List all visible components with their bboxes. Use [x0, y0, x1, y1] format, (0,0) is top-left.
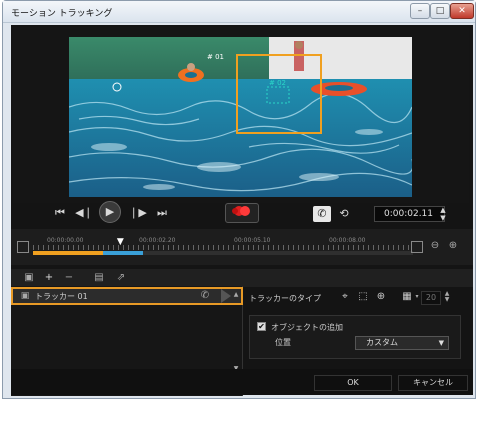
time-label-3: 00:00:08.00	[329, 237, 366, 244]
play-button[interactable]: ▶	[99, 201, 121, 223]
mosaic-size-field[interactable]: 20	[421, 291, 441, 305]
motion-tracking-dialog: モーション トラッキング – □ ✕ # 01 # 02 ⏮ ◀❘ ▶ ❘▶ ⏭…	[2, 0, 476, 399]
mosaic-dropdown-icon[interactable]: ▾	[413, 291, 421, 303]
zoom-out-icon[interactable]: ⊖	[429, 240, 441, 252]
time-label-2: 00:00:05.10	[234, 237, 271, 244]
time-label-1: 00:00:02.20	[139, 237, 176, 244]
phone-tracker-button[interactable]: ✆	[313, 206, 331, 222]
previous-frame-button[interactable]: ◀❘	[75, 205, 93, 221]
remove-tracker-button[interactable]: −	[63, 272, 75, 284]
export-tracker-icon[interactable]: ⇗	[115, 272, 127, 284]
add-object-checkbox[interactable]: ✔	[257, 322, 266, 331]
history-icon[interactable]: ⟲	[336, 206, 352, 222]
video-preview[interactable]: # 01 # 02	[69, 37, 412, 197]
tracker-tag-01: # 01	[207, 53, 224, 61]
title-bar: モーション トラッキング – □ ✕	[3, 1, 475, 23]
add-object-label: オブジェクトの追加	[271, 323, 343, 332]
go-to-start-button[interactable]: ⏮	[51, 205, 69, 221]
area-tracker-icon[interactable]: ⬚	[357, 291, 369, 303]
tracker-type-label: トラッカーのタイプ	[249, 294, 321, 303]
minimize-button[interactable]: –	[410, 3, 430, 19]
tracker-item-type-icon: ✆	[200, 290, 210, 301]
next-frame-button[interactable]: ❘▶	[129, 205, 147, 221]
time-label-0: 00:00:00.00	[47, 237, 84, 244]
mosaic-icon[interactable]: ▦	[401, 291, 413, 303]
pool-scene-image	[69, 37, 412, 197]
cancel-button[interactable]: キャンセル	[398, 375, 468, 391]
dropdown-arrow-icon: ▼	[438, 339, 444, 347]
tracker-item-arrow	[221, 289, 231, 303]
position-dropdown-value: カスタム	[366, 338, 398, 347]
tracker-toolbar	[11, 269, 473, 287]
tracker-tag-02: # 02	[269, 79, 286, 87]
track-motion-icon	[232, 206, 250, 216]
multi-point-tracker-icon[interactable]: ⊕	[375, 291, 387, 303]
track-motion-button[interactable]	[225, 203, 259, 223]
mosaic-size-spinner[interactable]: ▲ ▼	[443, 291, 451, 303]
tracker-list-item[interactable]: ▣ トラッカー 01 ✆	[11, 287, 243, 305]
position-label: 位置	[275, 338, 291, 347]
tracker-settings-icon[interactable]: ▤	[93, 272, 105, 284]
maximize-button[interactable]: □	[430, 3, 450, 19]
mark-out-icon[interactable]	[411, 241, 423, 253]
point-tracker-icon[interactable]: ⌖	[339, 291, 351, 303]
camera-tracker-icon[interactable]: ▣	[23, 272, 35, 284]
tracker-item-label: トラッカー 01	[35, 292, 88, 301]
timecode-display[interactable]: 0:00:02.11	[374, 206, 445, 222]
mark-in-icon[interactable]	[17, 241, 29, 253]
window-title: モーション トラッキング	[11, 9, 113, 19]
timeline-ruler	[33, 245, 413, 250]
go-to-end-button[interactable]: ⏭	[153, 205, 171, 221]
timeline-track[interactable]	[33, 251, 413, 255]
zoom-in-icon[interactable]: ⊕	[447, 240, 459, 252]
close-button[interactable]: ✕	[450, 3, 474, 19]
add-tracker-button[interactable]: +	[43, 272, 55, 284]
tracker-item-icon: ▣	[20, 291, 30, 301]
timecode-spinner[interactable]: ▲ ▼	[439, 206, 447, 222]
timecode-value: 0:00:02.11	[384, 209, 434, 219]
dialog-content: # 01 # 02 ⏮ ◀❘ ▶ ❘▶ ⏭ ✆ ⟲ 0:00:02.11 ▲ ▼ …	[11, 25, 473, 396]
list-scroll-up[interactable]: ▲	[232, 289, 240, 301]
timeline-scrubber[interactable]: ▼	[115, 238, 125, 247]
timeline-tracked-range	[103, 251, 143, 255]
ok-button[interactable]: OK	[314, 375, 392, 391]
position-dropdown[interactable]: カスタム ▼	[355, 336, 449, 350]
mosaic-size-value: 20	[425, 293, 437, 302]
